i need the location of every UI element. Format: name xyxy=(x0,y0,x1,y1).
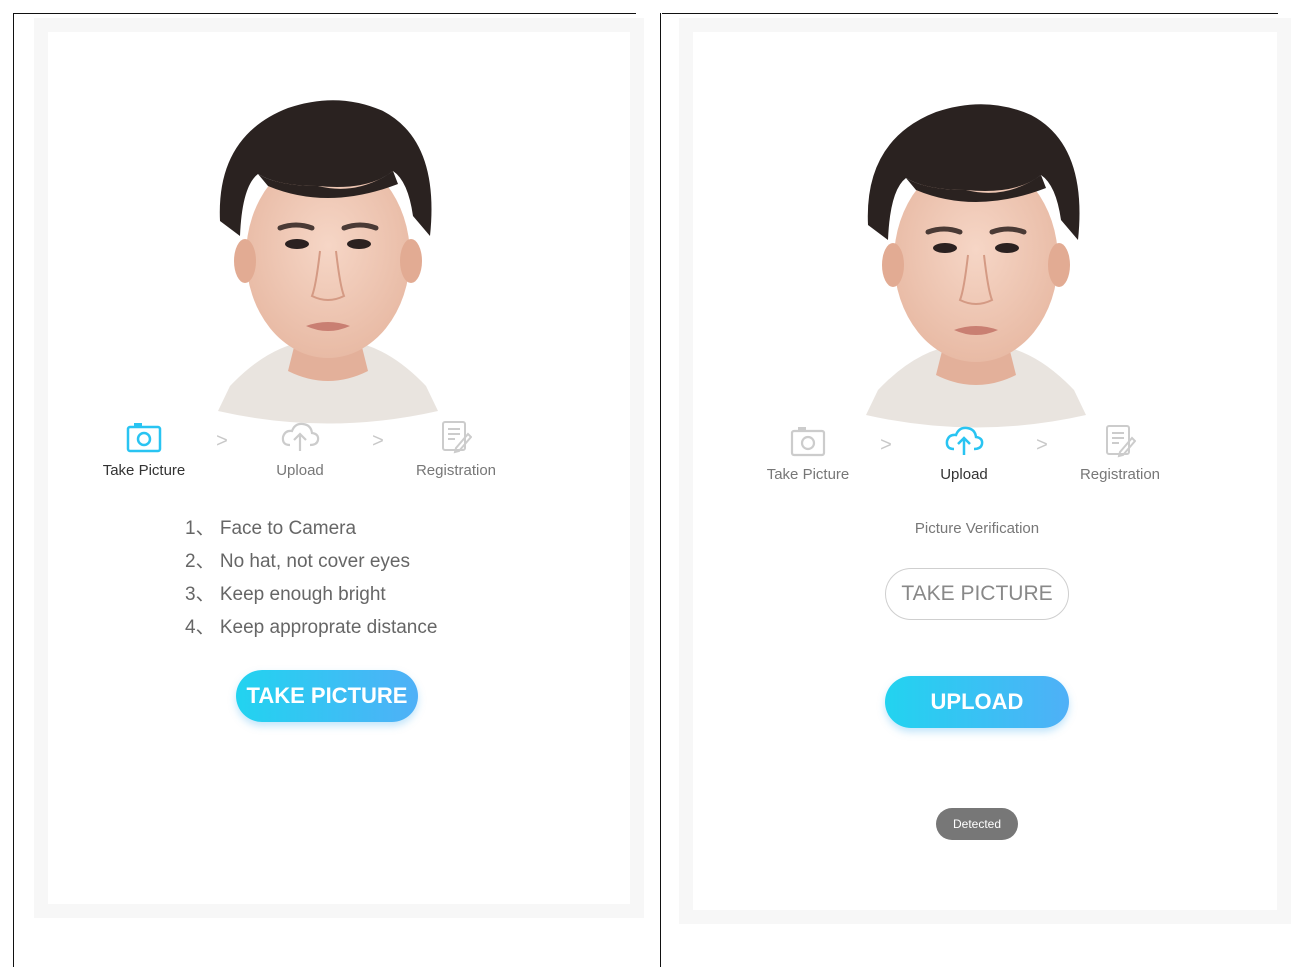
retake-picture-button[interactable]: TAKE PICTURE xyxy=(885,568,1069,620)
take-picture-screen: Take Picture > Upload > Registration 1、 … xyxy=(0,14,630,967)
step-label: Upload xyxy=(940,466,988,483)
face-preview xyxy=(208,86,448,426)
step-take-picture[interactable]: Take Picture xyxy=(92,420,196,479)
chevron-right-icon: > xyxy=(880,434,892,456)
step-take-picture[interactable]: Take Picture xyxy=(756,424,860,483)
face-photo-illustration xyxy=(218,100,438,424)
form-edit-icon xyxy=(442,421,472,454)
progress-steps: Take Picture > Upload > Registration xyxy=(756,424,1216,483)
instruction-item: 4、 Keep approprate distance xyxy=(185,617,438,638)
camera-icon xyxy=(126,423,162,453)
chevron-right-icon: > xyxy=(1036,434,1048,456)
step-label: Registration xyxy=(1079,466,1161,483)
instruction-list: 1、 Face to Camera 2、 No hat, not cover e… xyxy=(185,512,437,644)
step-label: Registration xyxy=(415,462,497,479)
progress-steps: Take Picture > Upload > Registration xyxy=(92,420,552,479)
step-registration[interactable]: Registration xyxy=(404,420,508,479)
step-upload[interactable]: Upload xyxy=(912,424,1016,483)
instruction-item: 3、 Keep enough bright xyxy=(185,584,386,605)
step-label: Take Picture xyxy=(102,462,186,479)
chevron-right-icon: > xyxy=(216,430,228,452)
form-edit-icon xyxy=(1106,425,1136,458)
upload-screen: Take Picture > Upload > Registration Pic… xyxy=(661,14,1279,967)
status-toast: Detected xyxy=(936,808,1018,840)
cloud-upload-icon xyxy=(945,426,984,455)
camera-icon xyxy=(790,427,826,457)
face-preview xyxy=(856,90,1096,430)
step-registration[interactable]: Registration xyxy=(1068,424,1172,483)
instruction-item: 1、 Face to Camera xyxy=(185,518,357,539)
verification-text: Picture Verification xyxy=(914,520,1040,537)
face-photo-illustration xyxy=(866,104,1086,428)
step-label: Take Picture xyxy=(766,466,850,483)
upload-button[interactable]: UPLOAD xyxy=(885,676,1069,728)
instruction-item: 2、 No hat, not cover eyes xyxy=(185,551,410,572)
chevron-right-icon: > xyxy=(372,430,384,452)
step-label: Upload xyxy=(276,462,324,479)
cloud-upload-icon xyxy=(281,422,320,451)
take-picture-button[interactable]: TAKE PICTURE xyxy=(236,670,418,722)
step-upload[interactable]: Upload xyxy=(248,420,352,479)
